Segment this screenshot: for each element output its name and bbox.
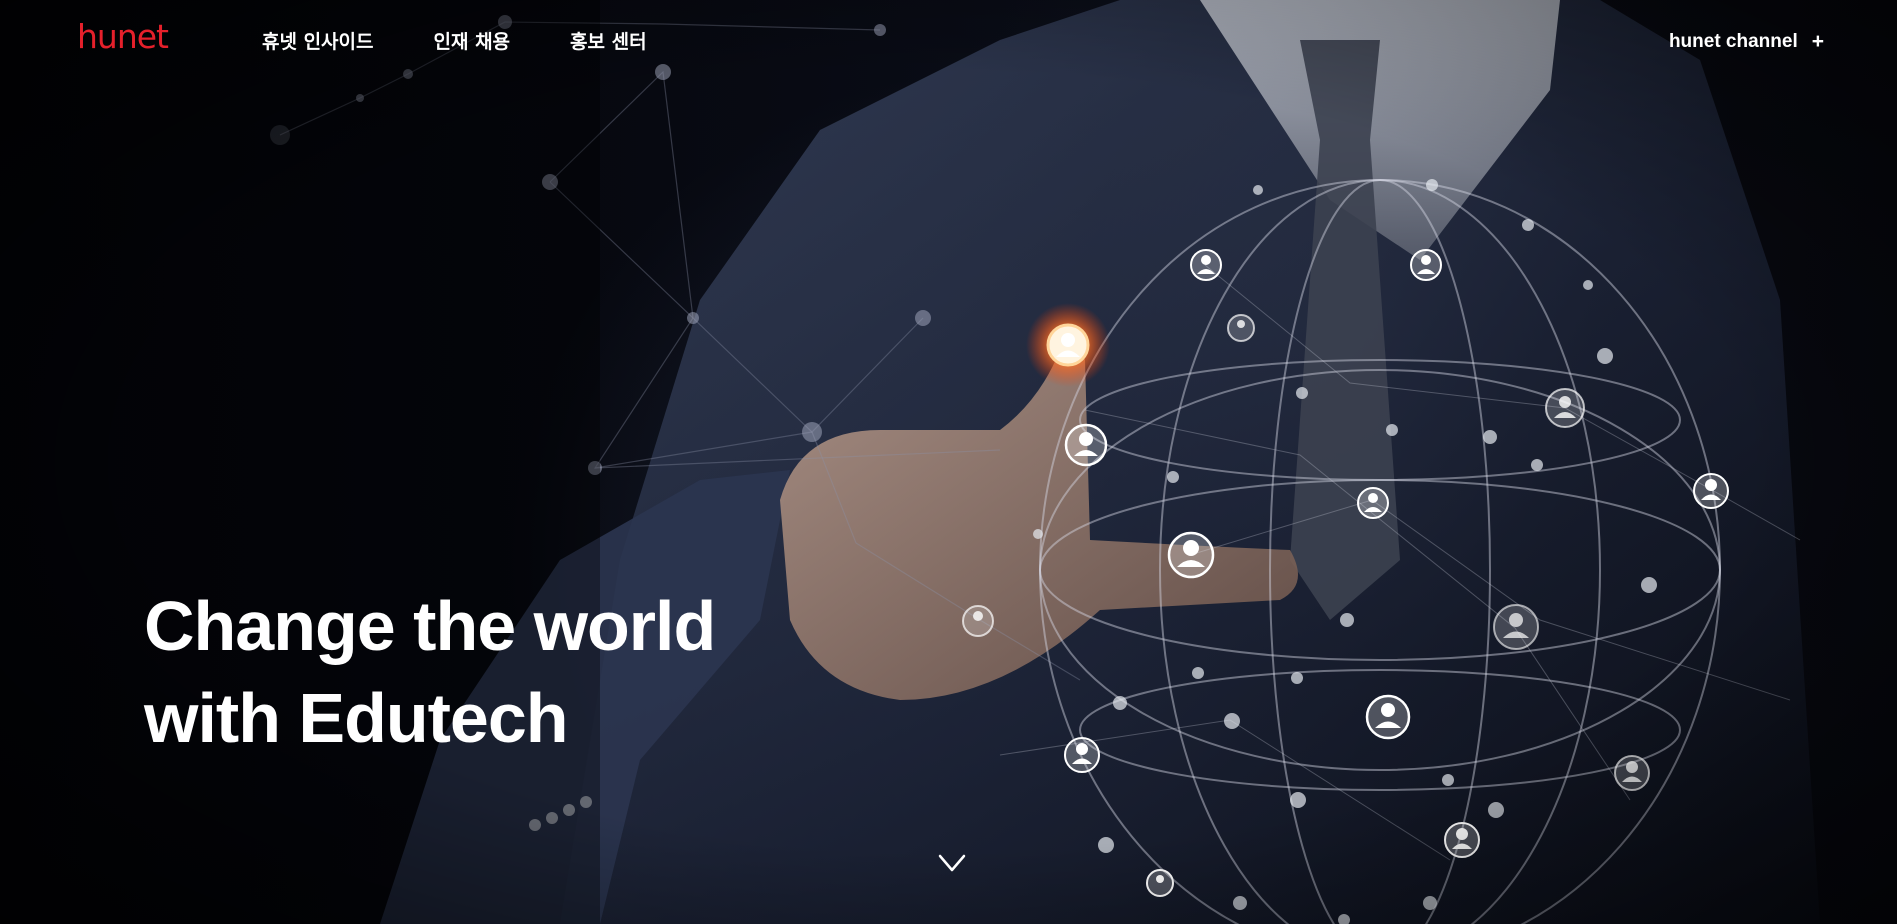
hero-headline: Change the world with Edutech bbox=[144, 580, 716, 764]
main-nav: 휴넷 인사이드 인재 채용 홍보 센터 bbox=[262, 30, 647, 54]
plus-icon: + bbox=[1811, 30, 1824, 53]
headline-line-2: with Edutech bbox=[144, 679, 569, 757]
hunet-channel-label: hunet channel bbox=[1668, 31, 1798, 52]
nav-item-pr-center[interactable]: 홍보 센터 bbox=[570, 30, 647, 54]
chevron-down-icon bbox=[938, 854, 966, 872]
hunet-logo[interactable]: hunet bbox=[77, 20, 169, 53]
hero-section: hunet 휴넷 인사이드 인재 채용 홍보 센터 hunet channel … bbox=[0, 0, 1897, 924]
nav-item-hunet-inside[interactable]: 휴넷 인사이드 bbox=[262, 30, 374, 54]
hero-background-image bbox=[0, 0, 1897, 924]
scroll-down-button[interactable] bbox=[937, 852, 967, 874]
headline-line-1: Change the world bbox=[144, 587, 716, 665]
hunet-channel-button[interactable]: hunet channel + bbox=[1669, 30, 1824, 54]
site-header: hunet 휴넷 인사이드 인재 채용 홍보 센터 hunet channel … bbox=[0, 0, 1897, 84]
nav-item-recruitment[interactable]: 인재 채용 bbox=[434, 30, 511, 54]
